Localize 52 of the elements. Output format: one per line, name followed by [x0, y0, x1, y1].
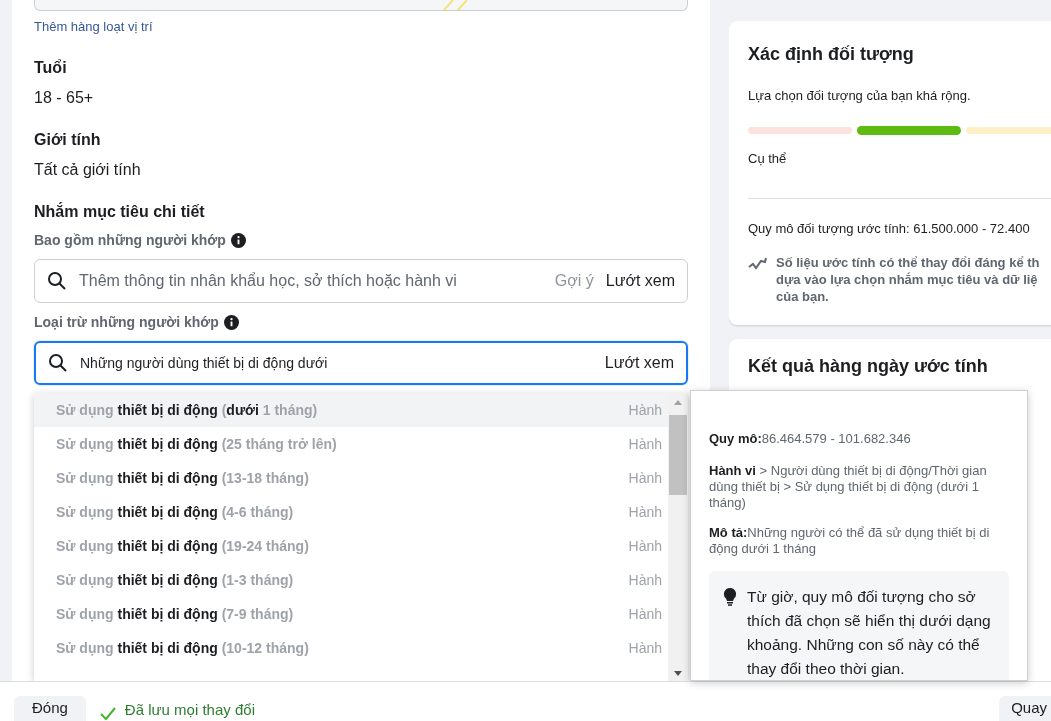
notice-text: Từ giờ, quy mô đối tượng cho sở thích đã chọn sẽ hiển thị dưới dạng khoảng. Những con số này có thể thay đổi theo thời gian.: [747, 586, 992, 679]
search-icon: [47, 271, 67, 292]
back-button[interactable]: Quay: [999, 696, 1051, 721]
suggestion-text: Sử dụng thiết bị di động (dưới 1 tháng): [56, 400, 318, 420]
exclude-label: Loại trừ những người khớp: [34, 313, 219, 333]
info-icon: [223, 315, 239, 331]
category-label: Hành: [628, 434, 662, 454]
card-title: Xác định đối tượng: [748, 43, 915, 66]
card-title: Kết quả hàng ngày ước tính: [748, 354, 989, 378]
check-icon: [99, 707, 116, 720]
lightbulb-icon: [723, 587, 737, 606]
bulk-location-link[interactable]: Thêm hàng loạt vị trí: [34, 16, 153, 37]
age-label: Tuổi: [34, 58, 68, 79]
category-label: Hành: [628, 536, 662, 556]
age-value: 18 - 65+: [34, 88, 95, 109]
saved-status: Đã lưu mọi thay đổi: [124, 699, 255, 720]
meter-label: Cụ thể: [748, 149, 788, 168]
search-input[interactable]: Những người dùng thiết bị di động dưới: [80, 352, 593, 374]
gender-label: Giới tính: [34, 130, 102, 151]
category-label: Hành: [628, 502, 662, 522]
category-label: Hành: [628, 468, 662, 488]
tooltip-description: Mô tả:Những người có thể đã sử dụng thiết bị di động dưới 1 tháng: [709, 524, 991, 557]
suggestion-text: Sử dụng thiết bị di động (4-6 tháng): [56, 502, 294, 522]
info-icon: [230, 233, 246, 249]
category-label: Hành: [628, 400, 662, 420]
tooltip-size: Quy mô:86.464.579 - 101.682.346: [709, 430, 912, 448]
suggestion-text: Sử dụng thiết bị di động (7-9 tháng): [56, 604, 294, 624]
card-subtitle: Lựa chọn đối tượng của bạn khá rộng.: [748, 87, 972, 105]
search-field[interactable]: Thêm thông tin nhân khẩu học, sở thích hoặc hành vi Gợi ý Lướt xem: [34, 259, 688, 304]
category-label: Hành: [628, 604, 662, 624]
suggestion-text: Sử dụng thiết bị di động (19-24 tháng): [56, 536, 309, 556]
section-title: Nhắm mục tiêu chi tiết: [34, 201, 206, 223]
road-drawing: [443, 0, 469, 10]
trend-icon: [748, 256, 768, 271]
estimate-note: Số liệu ước tính có thể thay đổi đáng kể th dựa vào lựa chọn nhắm mục tiêu và dữ liệ của bạn.: [776, 253, 1040, 305]
audience-estimate: Quy mô đối tượng ước tính: 61.500.000 - 72.400: [748, 220, 1031, 238]
category-label: Hành: [628, 638, 662, 658]
include-label: Bao gồm những người khớp: [34, 231, 226, 251]
search-field[interactable]: Những người dùng thiết bị di động dưới Lướt xem: [34, 341, 688, 386]
tooltip-path: Hành vi > Người dùng thiết bị di động/Thời gian dùng thiết bị > Sử dụng thiết bị di động (dưới 1 tháng): [709, 462, 988, 511]
search-icon: [48, 353, 68, 374]
suggestion-text: Sử dụng thiết bị di động (13-18 tháng): [56, 468, 309, 488]
browse-button[interactable]: Lướt xem: [605, 269, 675, 294]
browse-button[interactable]: Lướt xem: [604, 351, 674, 376]
search-input[interactable]: Thêm thông tin nhân khẩu học, sở thích hoặc hành vi: [79, 269, 543, 294]
suggestion-text: Sử dụng thiết bị di động (10-12 tháng): [56, 638, 309, 658]
close-button[interactable]: Đóng: [14, 696, 86, 721]
suggestion-text: Sử dụng thiết bị di động (1-3 tháng): [56, 570, 294, 590]
category-label: Hành: [628, 570, 662, 590]
suggestion-item[interactable]: Sử dụng thiết bị di động (dưới 1 tháng) Hành: [34, 393, 668, 428]
gender-value: Tất cả giới tính: [34, 160, 142, 181]
suggestion-text: Sử dụng thiết bị di động (25 tháng trở lên): [56, 434, 337, 454]
